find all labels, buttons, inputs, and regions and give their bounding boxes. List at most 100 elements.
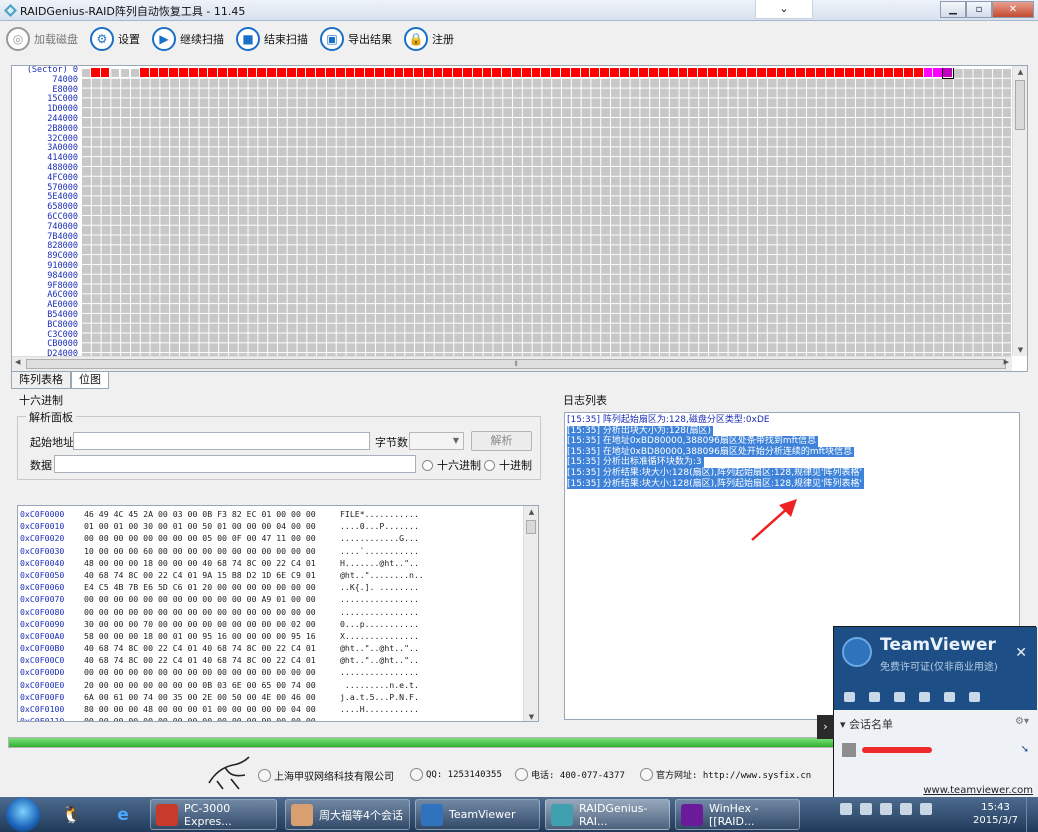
bitmap-cell[interactable]: [169, 68, 179, 78]
keyboard-icon[interactable]: [840, 803, 852, 815]
bitmap-cell[interactable]: [374, 68, 385, 78]
bitmap-cell[interactable]: [345, 68, 356, 78]
hex-row[interactable]: 0xC0F00C0 40 68 74 8C 00 22 C4 01 40 68 7…: [20, 654, 522, 666]
gear-icon[interactable]: ⚙▾: [1015, 716, 1029, 727]
bitmap-cell[interactable]: [159, 68, 170, 78]
bitmap-cell[interactable]: [482, 68, 493, 78]
settings-button[interactable]: ⚙ 设置: [90, 27, 140, 51]
hex-row[interactable]: 0xC0F0070 00 00 00 00 00 00 00 00 00 00 0…: [20, 593, 522, 605]
bitmap-cell[interactable]: [874, 68, 885, 78]
bitmap-cell[interactable]: [894, 68, 904, 78]
bitmap-grid[interactable]: [81, 68, 1011, 356]
bitmap-cell[interactable]: [747, 68, 757, 78]
bitmap-cell[interactable]: [845, 68, 855, 78]
bitmap-cell[interactable]: [923, 68, 934, 78]
bitmap-cell[interactable]: [521, 68, 532, 78]
bitmap-cell[interactable]: [443, 68, 454, 78]
bitmap-cell[interactable]: [913, 68, 924, 78]
bitmap-cell[interactable]: [100, 68, 111, 78]
bitmap-cell[interactable]: [570, 68, 581, 78]
bitmap-cell[interactable]: [335, 68, 346, 78]
bitmap-cell[interactable]: [120, 68, 130, 78]
bitmap-cell[interactable]: [139, 68, 150, 78]
website-link[interactable]: 官方网址: http://www.sysfix.cn: [640, 768, 811, 781]
tools-icon[interactable]: [944, 692, 955, 702]
start-address-input[interactable]: [73, 432, 370, 450]
parse-button[interactable]: 解析: [471, 431, 532, 451]
bitmap-cell[interactable]: [90, 68, 101, 78]
teamviewer-link[interactable]: www.teamviewer.com: [923, 785, 1033, 796]
scroll-down-icon[interactable]: ▼: [524, 713, 538, 721]
qq-tray-icon[interactable]: [860, 803, 872, 815]
bitmap-cell[interactable]: [884, 68, 895, 78]
hex-row[interactable]: 0xC0F00E0 20 00 00 00 00 00 00 00 0B 03 6…: [20, 679, 522, 691]
bitmap-cell[interactable]: [188, 68, 199, 78]
ie-icon[interactable]: e: [107, 800, 139, 829]
hex-view[interactable]: 0xC0F0000 46 49 4C 45 2A 00 03 00 0B F3 8…: [17, 505, 539, 722]
bitmap-cell[interactable]: [296, 68, 307, 78]
volume-icon[interactable]: [880, 803, 892, 815]
start-button[interactable]: [6, 798, 40, 832]
bitmap-cell[interactable]: [423, 68, 434, 78]
action-center-icon[interactable]: [920, 803, 932, 815]
hex-row[interactable]: 0xC0F0000 46 49 4C 45 2A 00 03 00 0B F3 8…: [20, 508, 522, 520]
bitmap-cell[interactable]: [805, 68, 816, 78]
headset-icon[interactable]: [869, 692, 880, 702]
bitmap-cell[interactable]: [512, 68, 522, 78]
bitmap-cell[interactable]: [610, 68, 620, 78]
bitmap-cell[interactable]: [502, 68, 513, 78]
log-line[interactable]: [15:35] 分析出块大小为:128(扇区): [567, 425, 714, 437]
bitmap-cell[interactable]: [903, 68, 914, 78]
taskbar-item[interactable]: TeamViewer: [415, 799, 540, 830]
bitmap-cell[interactable]: [81, 68, 91, 78]
scroll-right-icon[interactable]: ▶: [1004, 358, 1009, 366]
data-input[interactable]: [54, 455, 416, 473]
bitmap-cell[interactable]: [727, 68, 738, 78]
bitmap-cell[interactable]: [639, 68, 650, 78]
bitmap-cell[interactable]: [257, 68, 268, 78]
bitmap-cell[interactable]: [600, 68, 611, 78]
bitmap-cell[interactable]: [835, 68, 846, 78]
bitmap-cell[interactable]: [129, 68, 140, 78]
hex-vertical-scrollbar[interactable]: ▲ ▼: [523, 506, 538, 721]
hex-row[interactable]: 0xC0F00F0 6A 00 61 00 74 00 35 00 2E 00 5…: [20, 691, 522, 703]
close-button[interactable]: ✕: [992, 1, 1034, 18]
hex-row[interactable]: 0xC0F0060 E4 C5 4B 7B E6 5D C6 01 20 00 0…: [20, 581, 522, 593]
files-icon[interactable]: [919, 692, 930, 702]
bitmap-cell[interactable]: [854, 68, 865, 78]
byte-count-select[interactable]: ▼: [409, 432, 464, 450]
bitmap-cell[interactable]: [365, 68, 375, 78]
export-button[interactable]: ▣ 导出结果: [320, 27, 392, 51]
bitmap-cell[interactable]: [942, 68, 954, 79]
bitmap-cell[interactable]: [453, 68, 464, 78]
bitmap-cell[interactable]: [286, 68, 297, 78]
show-desktop-button[interactable]: [1026, 797, 1038, 832]
bitmap-cell[interactable]: [472, 68, 483, 78]
expand-panel-button[interactable]: ›: [817, 715, 834, 739]
bitmap-cell[interactable]: [659, 68, 669, 78]
bitmap-cell[interactable]: [629, 68, 640, 78]
bitmap-cell[interactable]: [688, 68, 699, 78]
bitmap-cell[interactable]: [218, 68, 228, 78]
bitmap-cell[interactable]: [316, 68, 326, 78]
bitmap-cell[interactable]: [786, 68, 797, 78]
scroll-thumb[interactable]: [1015, 80, 1025, 130]
title-dropdown-button[interactable]: ⌄: [755, 0, 813, 19]
bitmap-cell[interactable]: [463, 68, 473, 78]
log-line[interactable]: [15:35] 分析结果:块大小:128(扇区),阵列起始扇区:128,规律见'…: [567, 478, 864, 490]
clock[interactable]: 15:43 2015/3/7: [968, 801, 1023, 827]
bitmap-cell[interactable]: [414, 68, 424, 78]
bitmap-cell[interactable]: [237, 68, 248, 78]
taskbar-item[interactable]: PC-3000 Expres...: [150, 799, 277, 830]
bitmap-cell[interactable]: [178, 68, 189, 78]
stop-scan-button[interactable]: ■ 结束扫描: [236, 27, 308, 51]
video-icon[interactable]: [844, 692, 855, 702]
tab-array-table[interactable]: 阵列表格: [11, 372, 71, 389]
bitmap-cell[interactable]: [306, 68, 317, 78]
hex-row[interactable]: 0xC0F0030 10 00 00 00 60 00 00 00 00 00 0…: [20, 545, 522, 557]
hex-row[interactable]: 0xC0F0090 30 00 00 00 70 00 00 00 00 00 0…: [20, 618, 522, 630]
bitmap-cell[interactable]: [198, 68, 209, 78]
bitmap-cell[interactable]: [756, 68, 767, 78]
bitmap-cell[interactable]: [531, 68, 542, 78]
bitmap-cell[interactable]: [394, 68, 405, 78]
